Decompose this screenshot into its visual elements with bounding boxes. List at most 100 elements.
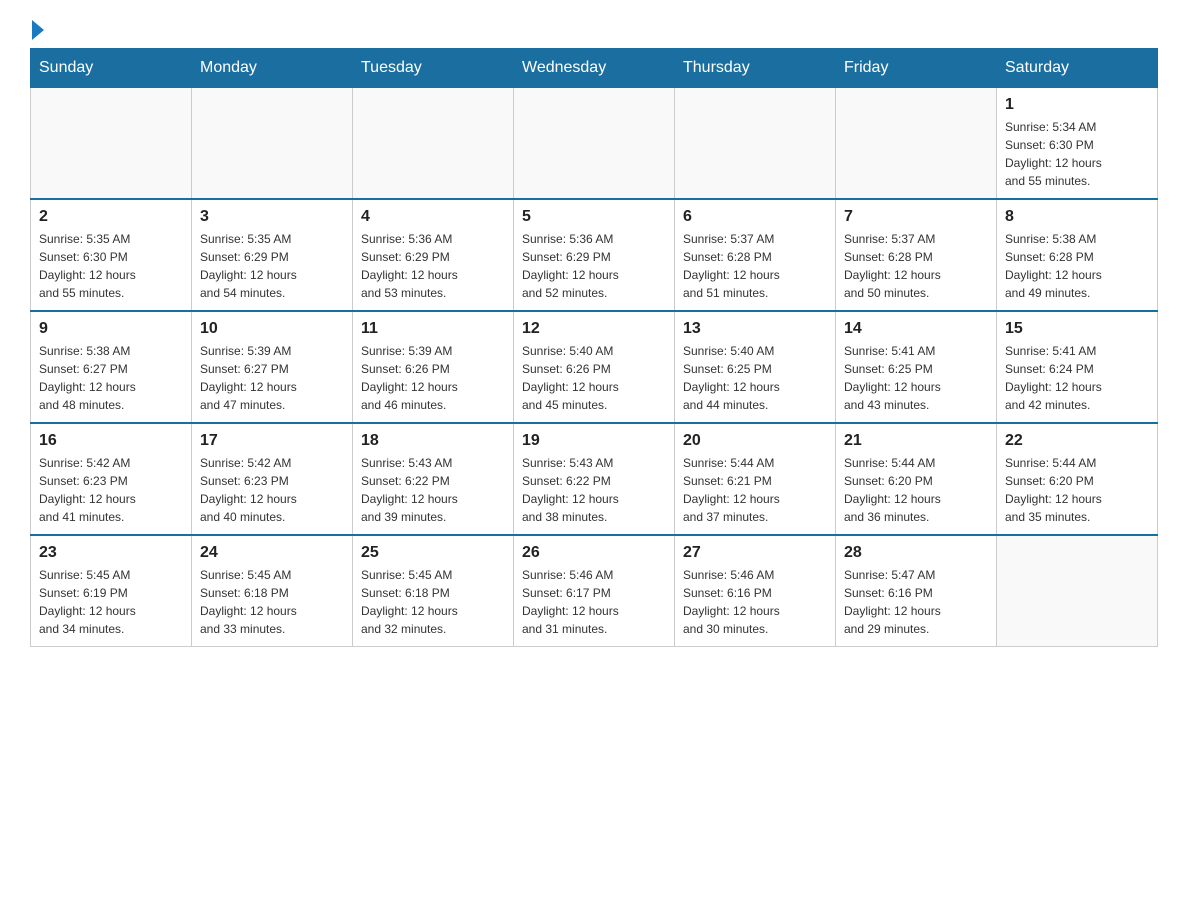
day-info: Sunrise: 5:42 AM Sunset: 6:23 PM Dayligh… — [200, 454, 344, 526]
day-info: Sunrise: 5:44 AM Sunset: 6:20 PM Dayligh… — [844, 454, 988, 526]
calendar-week-row: 1 Sunrise: 5:34 AM Sunset: 6:30 PM Daylig… — [31, 88, 1158, 200]
day-info: Sunrise: 5:41 AM Sunset: 6:25 PM Dayligh… — [844, 342, 988, 414]
day-number: 4 — [361, 208, 505, 226]
day-info: Sunrise: 5:47 AM Sunset: 6:16 PM Dayligh… — [844, 566, 988, 638]
day-info: Sunrise: 5:45 AM Sunset: 6:19 PM Dayligh… — [39, 566, 183, 638]
calendar-day-cell: 23 Sunrise: 5:45 AM Sunset: 6:19 PM Dayli… — [31, 535, 192, 647]
calendar-day-cell — [192, 88, 353, 200]
day-info: Sunrise: 5:45 AM Sunset: 6:18 PM Dayligh… — [361, 566, 505, 638]
day-number: 28 — [844, 544, 988, 562]
day-info: Sunrise: 5:43 AM Sunset: 6:22 PM Dayligh… — [361, 454, 505, 526]
day-number: 12 — [522, 320, 666, 338]
calendar-day-cell: 6 Sunrise: 5:37 AM Sunset: 6:28 PM Daylig… — [675, 199, 836, 311]
day-info: Sunrise: 5:39 AM Sunset: 6:27 PM Dayligh… — [200, 342, 344, 414]
day-info: Sunrise: 5:38 AM Sunset: 6:28 PM Dayligh… — [1005, 230, 1149, 302]
col-header-sunday: Sunday — [31, 49, 192, 88]
calendar-day-cell: 24 Sunrise: 5:45 AM Sunset: 6:18 PM Dayli… — [192, 535, 353, 647]
calendar-week-row: 2 Sunrise: 5:35 AM Sunset: 6:30 PM Daylig… — [31, 199, 1158, 311]
calendar-header-row: SundayMondayTuesdayWednesdayThursdayFrid… — [31, 49, 1158, 88]
calendar-day-cell: 7Sunrise: 5:37 AM Sunset: 6:28 PM Daylig… — [836, 199, 997, 311]
calendar-day-cell — [353, 88, 514, 200]
calendar-day-cell: 13 Sunrise: 5:40 AM Sunset: 6:25 PM Dayli… — [675, 311, 836, 423]
calendar-day-cell — [675, 88, 836, 200]
calendar-day-cell: 12 Sunrise: 5:40 AM Sunset: 6:26 PM Dayli… — [514, 311, 675, 423]
calendar-day-cell: 28 Sunrise: 5:47 AM Sunset: 6:16 PM Dayli… — [836, 535, 997, 647]
day-number: 1 — [1005, 96, 1149, 114]
day-number: 20 — [683, 432, 827, 450]
calendar-day-cell — [836, 88, 997, 200]
calendar-day-cell: 25 Sunrise: 5:45 AM Sunset: 6:18 PM Dayli… — [353, 535, 514, 647]
calendar-day-cell: 16 Sunrise: 5:42 AM Sunset: 6:23 PM Dayli… — [31, 423, 192, 535]
calendar-day-cell: 10 Sunrise: 5:39 AM Sunset: 6:27 PM Dayli… — [192, 311, 353, 423]
day-number: 11 — [361, 320, 505, 338]
day-number: 21 — [844, 432, 988, 450]
col-header-thursday: Thursday — [675, 49, 836, 88]
day-number: 2 — [39, 208, 183, 226]
calendar-day-cell: 11 Sunrise: 5:39 AM Sunset: 6:26 PM Dayli… — [353, 311, 514, 423]
col-header-friday: Friday — [836, 49, 997, 88]
calendar-day-cell: 1 Sunrise: 5:34 AM Sunset: 6:30 PM Daylig… — [997, 88, 1158, 200]
calendar-day-cell: 22Sunrise: 5:44 AM Sunset: 6:20 PM Dayli… — [997, 423, 1158, 535]
day-number: 16 — [39, 432, 183, 450]
col-header-wednesday: Wednesday — [514, 49, 675, 88]
calendar-day-cell: 18 Sunrise: 5:43 AM Sunset: 6:22 PM Dayli… — [353, 423, 514, 535]
calendar-day-cell: 4 Sunrise: 5:36 AM Sunset: 6:29 PM Daylig… — [353, 199, 514, 311]
day-info: Sunrise: 5:36 AM Sunset: 6:29 PM Dayligh… — [361, 230, 505, 302]
day-number: 24 — [200, 544, 344, 562]
calendar-day-cell: 8 Sunrise: 5:38 AM Sunset: 6:28 PM Daylig… — [997, 199, 1158, 311]
day-number: 23 — [39, 544, 183, 562]
calendar-day-cell: 14Sunrise: 5:41 AM Sunset: 6:25 PM Dayli… — [836, 311, 997, 423]
calendar-day-cell — [997, 535, 1158, 647]
day-info: Sunrise: 5:39 AM Sunset: 6:26 PM Dayligh… — [361, 342, 505, 414]
day-info: Sunrise: 5:45 AM Sunset: 6:18 PM Dayligh… — [200, 566, 344, 638]
logo — [30, 20, 44, 38]
calendar-day-cell: 3 Sunrise: 5:35 AM Sunset: 6:29 PM Daylig… — [192, 199, 353, 311]
page-header — [30, 20, 1158, 38]
day-number: 15 — [1005, 320, 1149, 338]
day-info: Sunrise: 5:42 AM Sunset: 6:23 PM Dayligh… — [39, 454, 183, 526]
calendar-day-cell: 2 Sunrise: 5:35 AM Sunset: 6:30 PM Daylig… — [31, 199, 192, 311]
day-number: 8 — [1005, 208, 1149, 226]
day-number: 10 — [200, 320, 344, 338]
day-number: 19 — [522, 432, 666, 450]
day-info: Sunrise: 5:37 AM Sunset: 6:28 PM Dayligh… — [683, 230, 827, 302]
calendar-day-cell: 5 Sunrise: 5:36 AM Sunset: 6:29 PM Daylig… — [514, 199, 675, 311]
calendar-week-row: 9Sunrise: 5:38 AM Sunset: 6:27 PM Daylig… — [31, 311, 1158, 423]
calendar-day-cell: 26Sunrise: 5:46 AM Sunset: 6:17 PM Dayli… — [514, 535, 675, 647]
day-info: Sunrise: 5:36 AM Sunset: 6:29 PM Dayligh… — [522, 230, 666, 302]
calendar-day-cell — [31, 88, 192, 200]
day-info: Sunrise: 5:40 AM Sunset: 6:26 PM Dayligh… — [522, 342, 666, 414]
calendar-table: SundayMondayTuesdayWednesdayThursdayFrid… — [30, 48, 1158, 647]
day-number: 18 — [361, 432, 505, 450]
day-number: 27 — [683, 544, 827, 562]
calendar-day-cell: 17 Sunrise: 5:42 AM Sunset: 6:23 PM Dayli… — [192, 423, 353, 535]
day-info: Sunrise: 5:35 AM Sunset: 6:30 PM Dayligh… — [39, 230, 183, 302]
day-info: Sunrise: 5:41 AM Sunset: 6:24 PM Dayligh… — [1005, 342, 1149, 414]
calendar-week-row: 16 Sunrise: 5:42 AM Sunset: 6:23 PM Dayli… — [31, 423, 1158, 535]
day-number: 13 — [683, 320, 827, 338]
logo-arrow-icon — [32, 20, 44, 40]
day-number: 17 — [200, 432, 344, 450]
day-info: Sunrise: 5:38 AM Sunset: 6:27 PM Dayligh… — [39, 342, 183, 414]
day-info: Sunrise: 5:40 AM Sunset: 6:25 PM Dayligh… — [683, 342, 827, 414]
day-number: 25 — [361, 544, 505, 562]
day-info: Sunrise: 5:34 AM Sunset: 6:30 PM Dayligh… — [1005, 118, 1149, 190]
day-number: 22 — [1005, 432, 1149, 450]
day-info: Sunrise: 5:46 AM Sunset: 6:17 PM Dayligh… — [522, 566, 666, 638]
calendar-day-cell: 27Sunrise: 5:46 AM Sunset: 6:16 PM Dayli… — [675, 535, 836, 647]
day-number: 7 — [844, 208, 988, 226]
calendar-day-cell: 21 Sunrise: 5:44 AM Sunset: 6:20 PM Dayli… — [836, 423, 997, 535]
day-info: Sunrise: 5:43 AM Sunset: 6:22 PM Dayligh… — [522, 454, 666, 526]
calendar-week-row: 23 Sunrise: 5:45 AM Sunset: 6:19 PM Dayli… — [31, 535, 1158, 647]
day-info: Sunrise: 5:35 AM Sunset: 6:29 PM Dayligh… — [200, 230, 344, 302]
col-header-saturday: Saturday — [997, 49, 1158, 88]
day-number: 3 — [200, 208, 344, 226]
calendar-day-cell: 20 Sunrise: 5:44 AM Sunset: 6:21 PM Dayli… — [675, 423, 836, 535]
calendar-day-cell — [514, 88, 675, 200]
col-header-tuesday: Tuesday — [353, 49, 514, 88]
day-number: 5 — [522, 208, 666, 226]
col-header-monday: Monday — [192, 49, 353, 88]
calendar-day-cell: 9Sunrise: 5:38 AM Sunset: 6:27 PM Daylig… — [31, 311, 192, 423]
day-number: 6 — [683, 208, 827, 226]
day-info: Sunrise: 5:44 AM Sunset: 6:21 PM Dayligh… — [683, 454, 827, 526]
